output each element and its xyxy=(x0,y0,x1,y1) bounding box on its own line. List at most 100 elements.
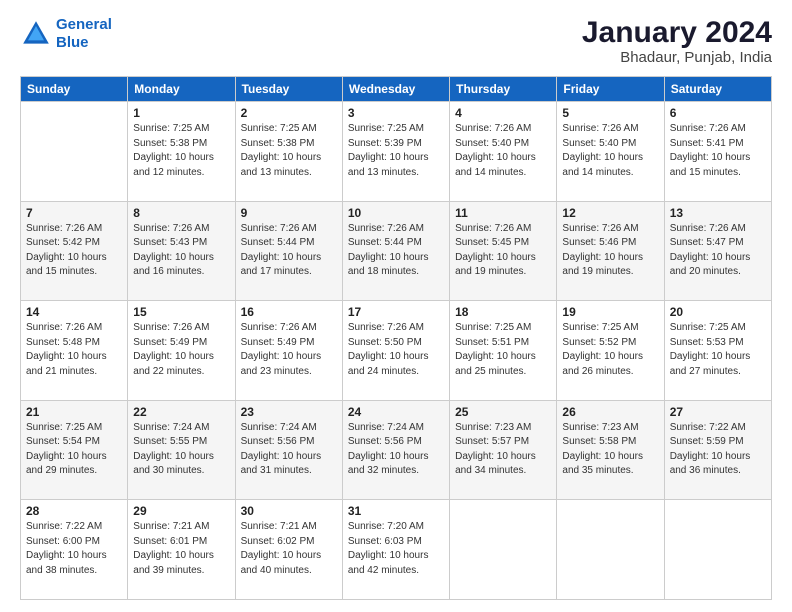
calendar-cell: 12 Sunrise: 7:26 AM Sunset: 5:46 PM Dayli… xyxy=(557,201,664,301)
calendar-cell: 9 Sunrise: 7:26 AM Sunset: 5:44 PM Daylig… xyxy=(235,201,342,301)
calendar-cell: 29 Sunrise: 7:21 AM Sunset: 6:01 PM Dayli… xyxy=(128,500,235,600)
day-info: Sunrise: 7:21 AM Sunset: 6:01 PM Dayligh… xyxy=(133,520,229,578)
day-info: Sunrise: 7:21 AM Sunset: 6:02 PM Dayligh… xyxy=(241,520,337,578)
header-saturday: Saturday xyxy=(664,77,771,102)
day-info: Sunrise: 7:20 AM Sunset: 6:03 PM Dayligh… xyxy=(348,520,444,578)
day-info: Sunrise: 7:24 AM Sunset: 5:56 PM Dayligh… xyxy=(348,421,444,479)
day-info: Sunrise: 7:26 AM Sunset: 5:44 PM Dayligh… xyxy=(348,222,444,280)
day-number: 24 xyxy=(348,405,444,419)
header-thursday: Thursday xyxy=(450,77,557,102)
day-number: 11 xyxy=(455,206,551,220)
calendar-cell: 6 Sunrise: 7:26 AM Sunset: 5:41 PM Daylig… xyxy=(664,102,771,202)
day-info: Sunrise: 7:23 AM Sunset: 5:58 PM Dayligh… xyxy=(562,421,658,479)
calendar-header-row: SundayMondayTuesdayWednesdayThursdayFrid… xyxy=(21,77,772,102)
calendar-cell: 22 Sunrise: 7:24 AM Sunset: 5:55 PM Dayli… xyxy=(128,400,235,500)
day-number: 17 xyxy=(348,305,444,319)
day-number: 31 xyxy=(348,504,444,518)
day-number: 2 xyxy=(241,106,337,120)
calendar-cell: 19Sunrise: 7:25 AM Sunset: 5:52 PM Dayli… xyxy=(557,301,664,401)
day-number: 27 xyxy=(670,405,766,419)
week-row-3: 21 Sunrise: 7:25 AM Sunset: 5:54 PM Dayli… xyxy=(21,400,772,500)
main-title: January 2024 xyxy=(582,16,772,49)
calendar-cell: 26 Sunrise: 7:23 AM Sunset: 5:58 PM Dayli… xyxy=(557,400,664,500)
day-info: Sunrise: 7:24 AM Sunset: 5:55 PM Dayligh… xyxy=(133,421,229,479)
header-friday: Friday xyxy=(557,77,664,102)
week-row-1: 7Sunrise: 7:26 AM Sunset: 5:42 PM Daylig… xyxy=(21,201,772,301)
calendar-cell: 4Sunrise: 7:26 AM Sunset: 5:40 PM Daylig… xyxy=(450,102,557,202)
day-number: 16 xyxy=(241,305,337,319)
logo-line2: Blue xyxy=(56,34,89,51)
day-info: Sunrise: 7:25 AM Sunset: 5:54 PM Dayligh… xyxy=(26,421,122,479)
header: General Blue January 2024 Bhadaur, Punja… xyxy=(20,16,772,66)
calendar-cell: 5Sunrise: 7:26 AM Sunset: 5:40 PM Daylig… xyxy=(557,102,664,202)
day-info: Sunrise: 7:26 AM Sunset: 5:44 PM Dayligh… xyxy=(241,222,337,280)
day-number: 23 xyxy=(241,405,337,419)
day-info: Sunrise: 7:26 AM Sunset: 5:45 PM Dayligh… xyxy=(455,222,551,280)
day-number: 21 xyxy=(26,405,122,419)
week-row-4: 28Sunrise: 7:22 AM Sunset: 6:00 PM Dayli… xyxy=(21,500,772,600)
day-info: Sunrise: 7:25 AM Sunset: 5:53 PM Dayligh… xyxy=(670,321,766,379)
page: General Blue January 2024 Bhadaur, Punja… xyxy=(0,0,792,612)
day-number: 20 xyxy=(670,305,766,319)
calendar-cell xyxy=(664,500,771,600)
calendar-cell: 27Sunrise: 7:22 AM Sunset: 5:59 PM Dayli… xyxy=(664,400,771,500)
header-monday: Monday xyxy=(128,77,235,102)
calendar-cell: 18Sunrise: 7:25 AM Sunset: 5:51 PM Dayli… xyxy=(450,301,557,401)
day-info: Sunrise: 7:26 AM Sunset: 5:40 PM Dayligh… xyxy=(455,122,551,180)
day-info: Sunrise: 7:26 AM Sunset: 5:43 PM Dayligh… xyxy=(133,222,229,280)
day-number: 14 xyxy=(26,305,122,319)
day-info: Sunrise: 7:25 AM Sunset: 5:38 PM Dayligh… xyxy=(241,122,337,180)
calendar-cell: 15Sunrise: 7:26 AM Sunset: 5:49 PM Dayli… xyxy=(128,301,235,401)
day-number: 13 xyxy=(670,206,766,220)
calendar-cell: 25 Sunrise: 7:23 AM Sunset: 5:57 PM Dayli… xyxy=(450,400,557,500)
calendar-cell: 2 Sunrise: 7:25 AM Sunset: 5:38 PM Daylig… xyxy=(235,102,342,202)
logo-icon xyxy=(20,18,52,50)
calendar-cell: 10 Sunrise: 7:26 AM Sunset: 5:44 PM Dayli… xyxy=(342,201,449,301)
calendar-cell: 14Sunrise: 7:26 AM Sunset: 5:48 PM Dayli… xyxy=(21,301,128,401)
day-info: Sunrise: 7:26 AM Sunset: 5:50 PM Dayligh… xyxy=(348,321,444,379)
calendar-cell: 13 Sunrise: 7:26 AM Sunset: 5:47 PM Dayli… xyxy=(664,201,771,301)
calendar-cell: 21 Sunrise: 7:25 AM Sunset: 5:54 PM Dayli… xyxy=(21,400,128,500)
day-info: Sunrise: 7:22 AM Sunset: 6:00 PM Dayligh… xyxy=(26,520,122,578)
day-info: Sunrise: 7:24 AM Sunset: 5:56 PM Dayligh… xyxy=(241,421,337,479)
day-info: Sunrise: 7:26 AM Sunset: 5:46 PM Dayligh… xyxy=(562,222,658,280)
calendar-cell: 31 Sunrise: 7:20 AM Sunset: 6:03 PM Dayli… xyxy=(342,500,449,600)
calendar-cell: 17 Sunrise: 7:26 AM Sunset: 5:50 PM Dayli… xyxy=(342,301,449,401)
header-wednesday: Wednesday xyxy=(342,77,449,102)
calendar-cell xyxy=(450,500,557,600)
day-number: 25 xyxy=(455,405,551,419)
subtitle: Bhadaur, Punjab, India xyxy=(582,49,772,66)
calendar-cell: 20 Sunrise: 7:25 AM Sunset: 5:53 PM Dayli… xyxy=(664,301,771,401)
header-tuesday: Tuesday xyxy=(235,77,342,102)
calendar-cell: 30Sunrise: 7:21 AM Sunset: 6:02 PM Dayli… xyxy=(235,500,342,600)
day-info: Sunrise: 7:26 AM Sunset: 5:47 PM Dayligh… xyxy=(670,222,766,280)
day-number: 6 xyxy=(670,106,766,120)
day-info: Sunrise: 7:26 AM Sunset: 5:42 PM Dayligh… xyxy=(26,222,122,280)
day-number: 8 xyxy=(133,206,229,220)
calendar-cell: 8 Sunrise: 7:26 AM Sunset: 5:43 PM Daylig… xyxy=(128,201,235,301)
calendar-cell: 1 Sunrise: 7:25 AM Sunset: 5:38 PM Daylig… xyxy=(128,102,235,202)
logo-text: General Blue xyxy=(56,16,112,52)
calendar-cell: 23 Sunrise: 7:24 AM Sunset: 5:56 PM Dayli… xyxy=(235,400,342,500)
day-number: 1 xyxy=(133,106,229,120)
calendar-table: SundayMondayTuesdayWednesdayThursdayFrid… xyxy=(20,76,772,600)
day-info: Sunrise: 7:26 AM Sunset: 5:40 PM Dayligh… xyxy=(562,122,658,180)
calendar-cell xyxy=(21,102,128,202)
day-info: Sunrise: 7:25 AM Sunset: 5:38 PM Dayligh… xyxy=(133,122,229,180)
day-number: 9 xyxy=(241,206,337,220)
day-number: 26 xyxy=(562,405,658,419)
day-number: 10 xyxy=(348,206,444,220)
day-number: 3 xyxy=(348,106,444,120)
day-info: Sunrise: 7:25 AM Sunset: 5:39 PM Dayligh… xyxy=(348,122,444,180)
day-info: Sunrise: 7:23 AM Sunset: 5:57 PM Dayligh… xyxy=(455,421,551,479)
calendar-cell: 3 Sunrise: 7:25 AM Sunset: 5:39 PM Daylig… xyxy=(342,102,449,202)
day-number: 18 xyxy=(455,305,551,319)
day-number: 29 xyxy=(133,504,229,518)
day-info: Sunrise: 7:26 AM Sunset: 5:41 PM Dayligh… xyxy=(670,122,766,180)
day-number: 12 xyxy=(562,206,658,220)
day-number: 22 xyxy=(133,405,229,419)
calendar-cell: 7Sunrise: 7:26 AM Sunset: 5:42 PM Daylig… xyxy=(21,201,128,301)
day-number: 15 xyxy=(133,305,229,319)
header-sunday: Sunday xyxy=(21,77,128,102)
day-number: 19 xyxy=(562,305,658,319)
